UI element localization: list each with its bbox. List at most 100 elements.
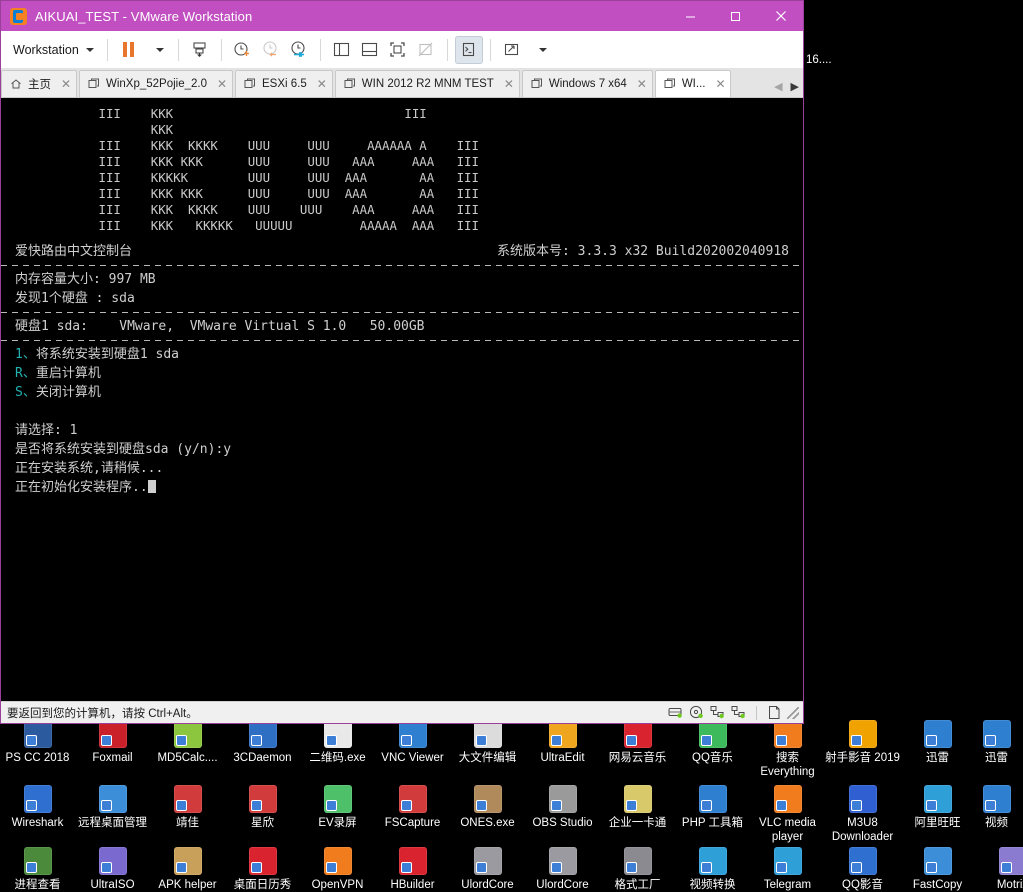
desktop-icon[interactable]: 3CDaemon [225,718,300,765]
close-button[interactable] [758,1,803,31]
vm-console-screen[interactable]: III KKK III KKK III KKK KKKK UUU UUU AAA… [1,98,803,701]
desktop-icon[interactable]: Motrix [975,845,1023,892]
power-options-button[interactable] [186,36,214,64]
document-icon[interactable] [767,705,782,720]
desktop-icon[interactable]: 视频 [975,783,1018,830]
resize-grip[interactable] [787,707,799,719]
desktop-icon[interactable]: 迅雷 [900,718,975,765]
stretch-button[interactable] [498,36,526,64]
desktop-icon[interactable]: VLC media player [750,783,825,844]
snapshot-take-button[interactable] [229,36,257,64]
cd-dvd-icon[interactable] [689,705,704,720]
suspend-dropdown[interactable] [143,36,171,64]
maximize-button[interactable] [713,1,758,31]
desktop-icon[interactable]: 大文件编辑 [450,718,525,765]
vm-tab-1[interactable]: WinXp_52Pojie_2.0✕ [79,70,233,97]
fullscreen-button[interactable] [384,36,412,64]
desktop-icon[interactable]: 迅雷 [975,718,1018,765]
fullscreen-icon [388,40,407,59]
desktop-icon[interactable]: 视频转换 [675,845,750,892]
network-adapter-1-icon[interactable] [710,705,725,720]
app-icon [474,720,502,748]
show-thumbnails-button[interactable] [356,36,384,64]
app-icon [849,720,877,748]
desktop-icon[interactable]: UltraISO [75,845,150,892]
close-tab-icon[interactable]: ✕ [636,78,648,90]
workstation-menu-button[interactable]: Workstation [11,39,100,61]
tab-scroll-prev[interactable]: ◀ [774,82,782,93]
hard-disk-icon[interactable] [668,705,683,720]
desktop-icon[interactable]: ONES.exe [450,783,525,830]
close-tab-icon[interactable]: ✕ [714,78,726,90]
desktop-icon-label: MD5Calc.... [150,751,225,765]
desktop-icon[interactable]: 远程桌面管理 [75,783,150,830]
show-library-button[interactable] [328,36,356,64]
desktop-icon[interactable]: QQ音乐 [675,718,750,765]
unity-mode-button[interactable] [412,36,440,64]
desktop-icon[interactable]: 格式工厂 [600,845,675,892]
console-menu-item-1: R、重启计算机 [1,364,803,383]
desktop-icon-label: 二维码.exe [300,751,375,765]
vm-tab-0[interactable]: 主页✕ [1,70,77,97]
console-menu-separator: 、 [23,347,36,362]
close-tab-icon[interactable]: ✕ [503,78,515,90]
console-menu-key: 1 [15,347,23,362]
desktop-icon[interactable]: 二维码.exe [300,718,375,765]
desktop-icon[interactable]: 企业一卡通 [600,783,675,830]
desktop-icon[interactable]: EV录屏 [300,783,375,830]
desktop-icon[interactable]: M3U8 Downloader [825,783,900,844]
desktop-icon[interactable]: OBS Studio [525,783,600,830]
desktop-icon[interactable]: QQ影音 [825,845,900,892]
close-tab-icon[interactable]: ✕ [316,78,328,90]
desktop-icon[interactable]: 搜索 Everything [750,718,825,779]
close-tab-icon[interactable]: ✕ [216,78,228,90]
vm-tab-2[interactable]: ESXi 6.5✕ [235,70,333,97]
vm-icon [664,78,676,90]
desktop-icon[interactable]: FSCapture [375,783,450,830]
app-icon [399,785,427,813]
close-tab-icon[interactable]: ✕ [60,78,72,90]
desktop-icon[interactable]: 阿里旺旺 [900,783,975,830]
desktop-icon[interactable]: Foxmail [75,718,150,765]
desktop-icon[interactable]: UlordCore [525,845,600,892]
desktop-icon[interactable]: FastCopy [900,845,975,892]
desktop-icon[interactable]: UltraEdit [525,718,600,765]
desktop-icon[interactable]: PHP 工具箱 [675,783,750,830]
suspend-button[interactable] [115,36,143,64]
desktop-icon[interactable]: Telegram [750,845,825,892]
desktop-icon[interactable]: 桌面日历秀 [225,845,300,892]
console-view-button[interactable] [455,36,483,64]
snapshot-revert-button[interactable] [257,36,285,64]
snapshot-manager-button[interactable] [285,36,313,64]
desktop-icon[interactable]: MD5Calc.... [150,718,225,765]
vm-icon [244,78,256,90]
desktop-icon[interactable]: 射手影音 2019 [825,718,900,765]
snapshot-manager-icon [289,40,308,59]
desktop-icon[interactable]: UlordCore [450,845,525,892]
app-icon [549,785,577,813]
desktop-icon-label: HBuilder [375,878,450,892]
tab-scroll-next[interactable]: ▶ [791,82,799,93]
desktop-icon[interactable]: 靖佳 [150,783,225,830]
desktop-icon-label: UlordCore [450,878,525,892]
desktop-icon[interactable]: OpenVPN [300,845,375,892]
desktop-icon[interactable]: PS CC 2018 [0,718,75,765]
network-adapter-2-icon[interactable] [731,705,746,720]
desktop-icon[interactable]: HBuilder [375,845,450,892]
desktop-icon[interactable]: APK helper [150,845,225,892]
vm-tab-5[interactable]: WI...✕ [655,70,732,97]
status-divider [756,706,757,720]
desktop-icon-label: 射手影音 2019 [825,751,900,765]
desktop-icon[interactable]: VNC Viewer [375,718,450,765]
vm-tab-3[interactable]: WIN 2012 R2 MNM TEST✕ [335,70,520,97]
app-icon [99,847,127,875]
desktop-icon[interactable]: 网易云音乐 [600,718,675,765]
app-icon [924,785,952,813]
minimize-button[interactable] [668,1,713,31]
desktop-icon[interactable]: 进程查看 [0,845,75,892]
desktop-icon[interactable]: Wireshark [0,783,75,830]
stretch-dropdown[interactable] [526,36,554,64]
desktop-icon-label: 视频 [975,816,1018,830]
desktop-icon[interactable]: 星欣 [225,783,300,830]
vm-tab-4[interactable]: Windows 7 x64✕ [522,70,653,97]
